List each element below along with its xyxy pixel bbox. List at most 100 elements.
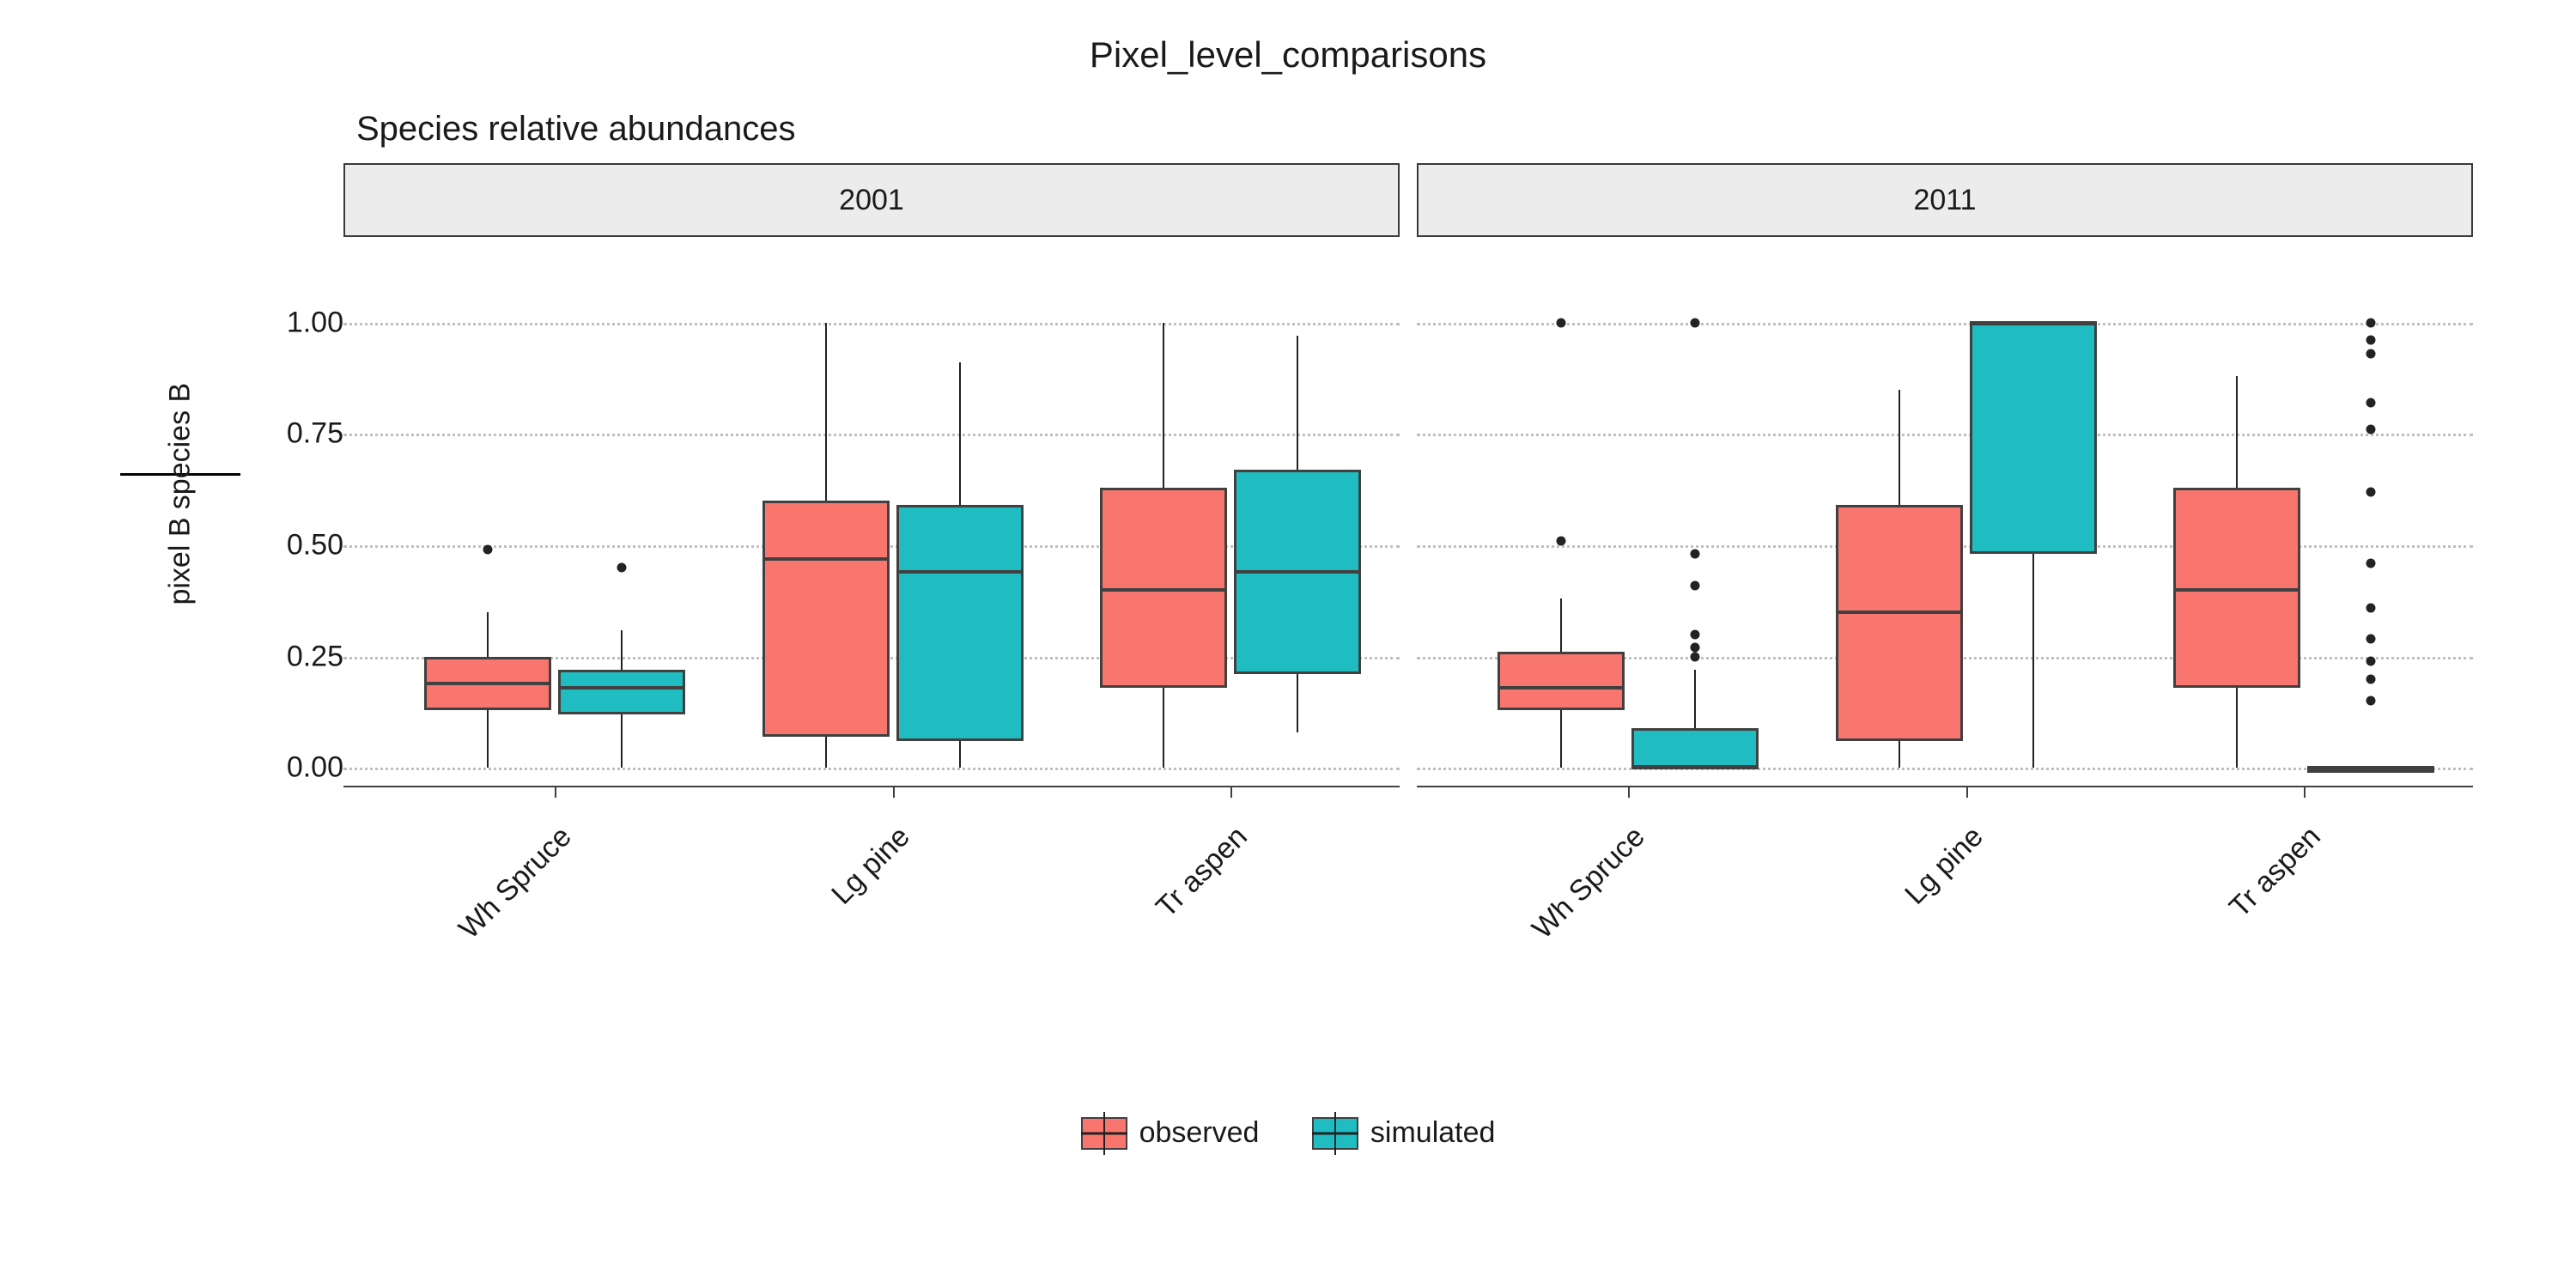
whisker — [621, 630, 623, 671]
whisker — [1163, 688, 1164, 768]
x-axis-line — [1417, 786, 2473, 787]
outlier-point — [2366, 603, 2376, 612]
chart-title: Pixel_level_comparisons — [0, 34, 2576, 76]
median-line — [558, 686, 685, 690]
outlier-point — [2366, 318, 2376, 327]
x-category-label: Tr aspen — [2146, 820, 2327, 1001]
x-tick — [2304, 787, 2306, 798]
chart-canvas: Pixel_level_comparisons Species relative… — [0, 0, 2576, 1288]
whisker — [2032, 554, 2034, 768]
outlier-point — [2366, 349, 2376, 359]
outlier-point — [1691, 629, 1700, 639]
box-simulated — [1631, 728, 1759, 769]
x-tick — [1966, 787, 1968, 798]
y-tick-label: 1.00 — [266, 306, 343, 339]
outlier-point — [1691, 580, 1700, 590]
box-simulated — [558, 670, 685, 714]
outlier-point — [1557, 318, 1566, 327]
legend-swatch-observed — [1081, 1117, 1127, 1150]
outlier-point — [1691, 652, 1700, 661]
outlier-point — [1557, 536, 1566, 545]
whisker — [2236, 688, 2238, 768]
whisker — [959, 741, 961, 768]
y-tick-label: 0.75 — [266, 417, 343, 451]
y-tick-label: 0.25 — [266, 640, 343, 673]
outlier-point — [1691, 643, 1700, 653]
box-observed — [1836, 505, 1963, 741]
outlier-point — [2366, 674, 2376, 683]
legend-item-observed: observed — [1081, 1116, 1260, 1150]
facet-container: 2001Wh SpruceLg pineTr aspen2011Wh Spruc… — [343, 163, 2473, 786]
whisker — [2236, 376, 2238, 488]
gridline — [343, 323, 1400, 325]
x-tick — [1230, 787, 1232, 798]
gridline — [1417, 323, 2473, 325]
outlier-point — [2366, 425, 2376, 434]
median-line — [424, 682, 551, 685]
whisker — [1560, 598, 1562, 652]
median-line — [762, 557, 890, 561]
x-category-label: Wh Spruce — [1470, 820, 1651, 1001]
outlier-point — [2366, 487, 2376, 496]
whisker — [1560, 710, 1562, 768]
x-category-label: Lg pine — [735, 820, 916, 1001]
median-line — [2173, 588, 2300, 592]
whisker — [487, 612, 489, 657]
outlier-point — [1691, 318, 1700, 327]
whisker — [825, 323, 827, 501]
x-axis-line — [343, 786, 1400, 787]
median-line — [1234, 570, 1361, 574]
x-category-label: Wh Spruce — [397, 820, 578, 1001]
whisker — [959, 362, 961, 505]
outlier-point — [2366, 656, 2376, 665]
whisker — [1899, 390, 1900, 506]
median-line — [896, 570, 1024, 574]
x-tick — [1628, 787, 1630, 798]
legend-label-observed: observed — [1139, 1116, 1260, 1150]
whisker — [1899, 741, 1900, 768]
outlier-point — [2366, 336, 2376, 345]
box-observed — [762, 501, 890, 737]
outlier-point — [2366, 696, 2376, 706]
x-category-label: Lg pine — [1808, 820, 1990, 1001]
whisker — [825, 737, 827, 768]
legend-item-simulated: simulated — [1312, 1116, 1496, 1150]
facet-panel: Wh SpruceLg pineTr aspen — [343, 237, 1400, 786]
legend-swatch-simulated — [1312, 1117, 1358, 1150]
facet-strip: 2011 — [1417, 163, 2473, 237]
median-line — [2307, 766, 2434, 769]
y-axis-ticks: 0.00 0.25 0.50 0.75 1.00 — [266, 305, 343, 786]
whisker — [1297, 674, 1298, 732]
y-label-denominator: pixel B — [164, 484, 197, 639]
y-axis-label: species B pixel B — [103, 429, 258, 578]
median-line — [1631, 766, 1759, 769]
y-tick-label: 0.50 — [266, 529, 343, 562]
x-tick — [555, 787, 556, 798]
box-observed — [1498, 652, 1625, 709]
median-line — [1498, 686, 1625, 690]
outlier-point — [2366, 558, 2376, 568]
y-tick-label: 0.00 — [266, 751, 343, 785]
outlier-point — [2366, 634, 2376, 643]
box-simulated — [896, 505, 1024, 741]
box-simulated — [1970, 323, 2097, 555]
facet-panel: Wh SpruceLg pineTr aspen — [1417, 237, 2473, 786]
median-line — [1970, 321, 2097, 325]
gridline — [343, 434, 1400, 436]
outlier-point — [1691, 550, 1700, 559]
chart-subtitle: Species relative abundances — [356, 110, 795, 149]
facet-strip: 2001 — [343, 163, 1400, 237]
whisker — [1297, 336, 1298, 470]
median-line — [1836, 611, 1963, 614]
whisker — [1163, 323, 1164, 488]
whisker — [1694, 670, 1696, 727]
gridline — [343, 768, 1400, 770]
outlier-point — [617, 562, 627, 572]
x-tick — [893, 787, 895, 798]
legend: observed simulated — [0, 1116, 2576, 1157]
outlier-point — [2366, 398, 2376, 408]
legend-label-simulated: simulated — [1370, 1116, 1496, 1150]
whisker — [487, 710, 489, 768]
median-line — [1100, 588, 1227, 592]
x-category-label: Tr aspen — [1072, 820, 1254, 1001]
